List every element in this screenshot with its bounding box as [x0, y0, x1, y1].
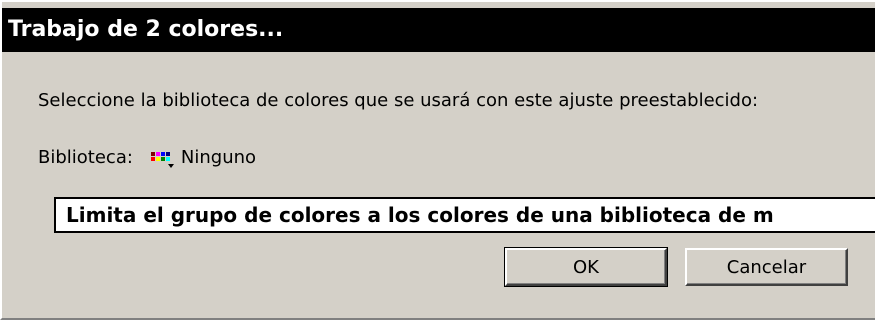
dialog-window: Trabajo de 2 colores... Seleccione la bi… — [0, 0, 875, 320]
dialog-title: Trabajo de 2 colores... — [8, 17, 284, 42]
library-value: Ninguno — [180, 146, 257, 168]
color-swatch-library-icon[interactable] — [150, 150, 174, 168]
tooltip-text: Limita el grupo de colores a los colores… — [66, 203, 774, 227]
cancel-button[interactable]: Cancelar — [685, 248, 848, 286]
tooltip: Limita el grupo de colores a los colores… — [54, 197, 875, 233]
dialog-title-bar[interactable]: Trabajo de 2 colores... — [2, 8, 875, 52]
library-prompt-text: Seleccione la biblioteca de colores que … — [38, 90, 759, 111]
library-row: Biblioteca: Ninguno — [38, 145, 256, 169]
library-picker[interactable]: Ninguno — [150, 146, 257, 168]
dropdown-arrow-icon — [167, 164, 174, 168]
library-label: Biblioteca: — [38, 146, 133, 168]
ok-button[interactable]: OK — [504, 247, 668, 287]
